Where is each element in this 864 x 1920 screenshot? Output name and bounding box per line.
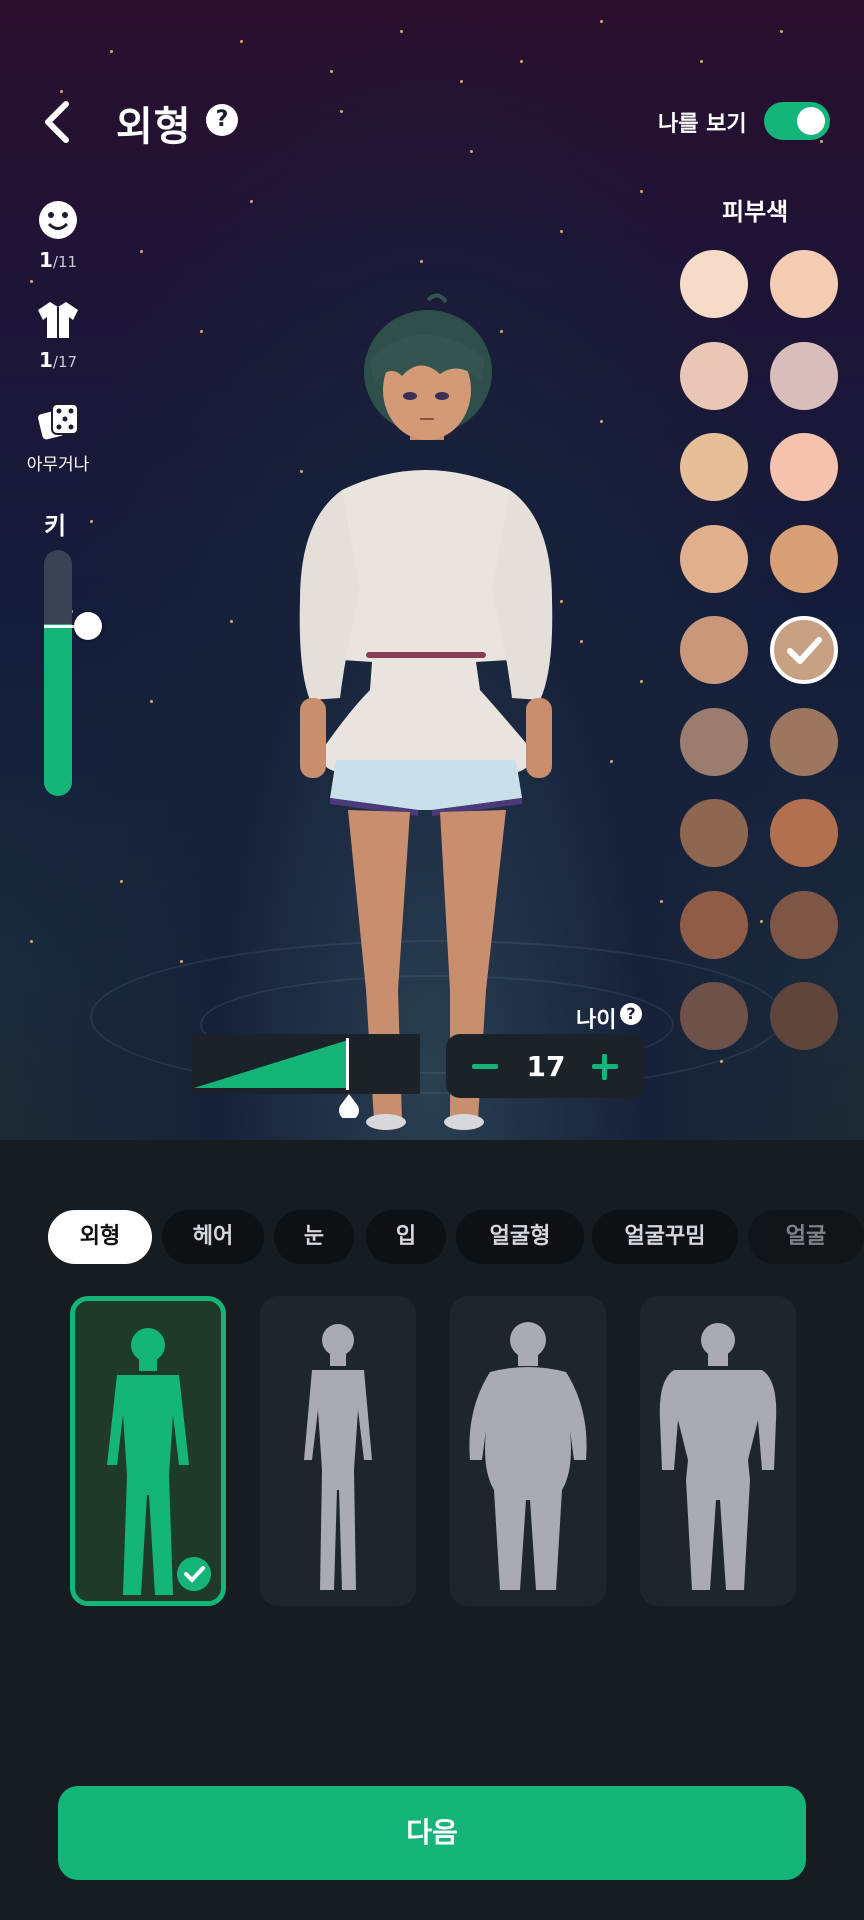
star	[580, 640, 583, 643]
star	[700, 60, 703, 63]
face-tool[interactable]: 1/11	[22, 200, 94, 272]
star	[460, 80, 463, 83]
body-type-muscular[interactable]	[640, 1296, 796, 1606]
star	[600, 20, 603, 23]
tab-face-more[interactable]: 얼굴	[748, 1210, 864, 1264]
star	[30, 940, 33, 943]
star	[640, 680, 643, 683]
skin-swatch[interactable]	[770, 524, 838, 593]
star	[610, 760, 613, 763]
height-slider-handle[interactable]	[74, 612, 102, 640]
star	[420, 260, 423, 263]
skin-swatch[interactable]	[770, 433, 838, 501]
star	[470, 150, 473, 153]
skin-swatch[interactable]	[680, 890, 748, 959]
star	[180, 960, 183, 963]
star	[340, 110, 343, 113]
star	[820, 140, 823, 143]
skin-swatch[interactable]	[680, 524, 748, 593]
star	[780, 30, 783, 33]
avatar-preview-stage[interactable]: 외형 ? 나를 보기 1/11 1/17 아무거나 키 피부색 나이 ? 17	[0, 0, 864, 1140]
skin-swatch[interactable]	[770, 616, 838, 684]
selected-check-icon	[177, 1557, 211, 1591]
skin-swatch[interactable]	[680, 341, 748, 410]
outfit-count: 1/17	[38, 348, 78, 372]
star	[520, 60, 523, 63]
star	[90, 520, 93, 523]
skin-swatch[interactable]	[680, 982, 748, 1050]
skin-swatch[interactable]	[770, 982, 838, 1050]
tab-hair[interactable]: 헤어	[162, 1210, 264, 1264]
star	[330, 70, 333, 73]
height-slider-fill	[44, 623, 72, 796]
star	[250, 200, 253, 203]
tab-eyes[interactable]: 눈	[274, 1210, 354, 1264]
age-stepper: 17	[446, 1034, 644, 1098]
star	[400, 30, 403, 33]
skin-swatch[interactable]	[680, 250, 748, 318]
star	[660, 900, 663, 903]
age-label: 나이	[576, 1008, 617, 1033]
star	[640, 190, 643, 193]
star	[150, 700, 153, 703]
skin-swatch[interactable]	[680, 707, 748, 776]
tab-face-shape[interactable]: 얼굴형	[456, 1210, 584, 1264]
star	[230, 620, 233, 623]
view-me-label: 나를 보기	[658, 112, 747, 137]
skin-swatch[interactable]	[680, 433, 748, 501]
star	[60, 90, 63, 93]
star	[110, 50, 113, 53]
random-tool[interactable]: 아무거나	[22, 400, 94, 475]
tab-face-decor[interactable]: 얼굴꾸밈	[592, 1210, 738, 1264]
help-icon[interactable]: ?	[206, 104, 238, 136]
skin-swatch[interactable]	[770, 707, 838, 776]
view-me-toggle[interactable]	[764, 102, 830, 140]
star	[30, 280, 33, 283]
skin-swatch[interactable]	[680, 616, 748, 684]
star	[120, 880, 123, 883]
star	[200, 330, 203, 333]
skin-swatch[interactable]	[680, 799, 748, 867]
next-button[interactable]: 다음	[58, 1786, 806, 1880]
body-silhouette-heavy	[469, 1322, 587, 1590]
star	[760, 920, 763, 923]
age-ramp-track[interactable]	[192, 1034, 420, 1094]
height-label: 키	[44, 512, 67, 540]
body-type-thin[interactable]	[260, 1296, 416, 1606]
body-type-slim[interactable]	[70, 1296, 226, 1606]
skin-swatch[interactable]	[770, 890, 838, 959]
random-label: 아무거나	[26, 455, 90, 475]
toggle-knob	[797, 107, 825, 135]
body-type-heavy[interactable]	[450, 1296, 606, 1606]
age-ramp-handle[interactable]	[338, 1094, 360, 1118]
star	[560, 230, 563, 233]
tab-appearance[interactable]: 외형	[48, 1210, 152, 1264]
selected-check-icon	[787, 637, 822, 664]
body-silhouette-muscular	[659, 1323, 777, 1590]
face-count: 1/11	[38, 248, 78, 272]
age-help-icon[interactable]: ?	[620, 1003, 642, 1025]
tab-mouth[interactable]: 입	[366, 1210, 446, 1264]
outfit-tool[interactable]: 1/17	[22, 300, 94, 372]
page-title: 외형	[116, 104, 192, 150]
skin-swatch[interactable]	[770, 250, 838, 318]
age-value: 17	[526, 1050, 566, 1083]
age-minus-button[interactable]	[472, 1064, 498, 1069]
skin-color-title: 피부색	[722, 198, 789, 226]
avatar-character[interactable]	[270, 290, 580, 1140]
height-slider[interactable]	[44, 550, 72, 796]
face-icon	[39, 201, 77, 239]
star	[600, 420, 603, 423]
star	[240, 40, 243, 43]
back-icon[interactable]	[38, 100, 78, 144]
age-plus-button-v[interactable]	[602, 1054, 607, 1080]
shirt-icon	[38, 302, 78, 338]
body-silhouette-thin	[304, 1324, 372, 1590]
skin-swatch[interactable]	[770, 799, 838, 867]
dice-icon	[38, 403, 79, 440]
skin-swatch[interactable]	[770, 341, 838, 410]
age-ramp-fill	[194, 1038, 349, 1090]
star	[140, 250, 143, 253]
